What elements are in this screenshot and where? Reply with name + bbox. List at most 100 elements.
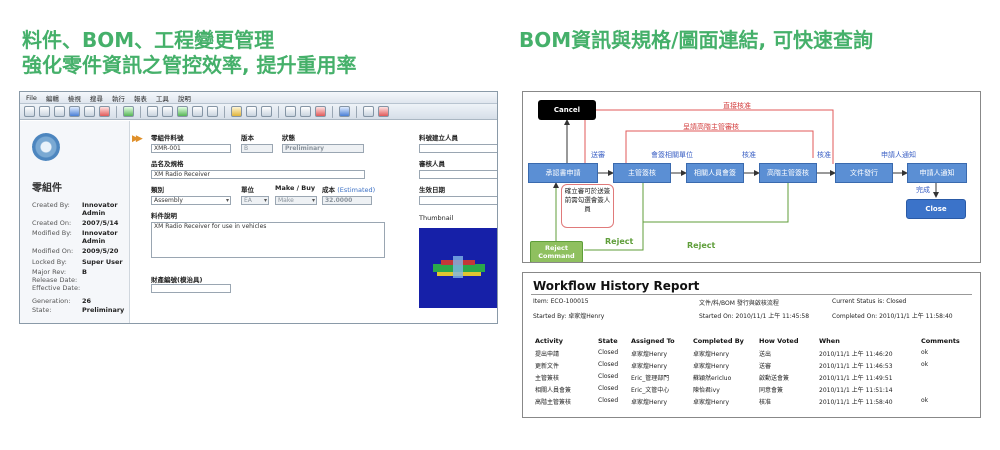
- asset-no-field[interactable]: [151, 284, 231, 293]
- print-icon[interactable]: [147, 106, 158, 117]
- node-notify[interactable]: 申請人通知: [907, 163, 967, 183]
- modified-on-label: Modified On:: [32, 247, 74, 255]
- part-no-field[interactable]: XMR-001: [151, 144, 231, 153]
- node-publish[interactable]: 文件發行: [835, 163, 893, 183]
- document-icon[interactable]: [192, 106, 203, 117]
- reject-command-node[interactable]: Reject Command: [530, 241, 583, 262]
- report-divider: [531, 294, 972, 295]
- col-state: State: [598, 337, 618, 345]
- exit-icon[interactable]: [378, 106, 389, 117]
- node-manager-review[interactable]: 主管簽核: [613, 163, 671, 183]
- lock-icon[interactable]: [231, 106, 242, 117]
- help-icon[interactable]: [339, 106, 350, 117]
- send-review-label: 送審: [591, 151, 605, 159]
- col-completed-by: Completed By: [693, 337, 744, 345]
- locked-by-value: Super User: [82, 258, 123, 266]
- save-as-icon[interactable]: [84, 106, 95, 117]
- edit-icon[interactable]: [285, 106, 296, 117]
- node-apply[interactable]: 承認書申請: [528, 163, 598, 183]
- menu-search[interactable]: 搜尋: [90, 93, 103, 103]
- release-date-label: Release Date:: [32, 276, 78, 284]
- menu-edit[interactable]: 編輯: [46, 93, 59, 103]
- folder-icon[interactable]: [54, 106, 65, 117]
- cost-estimated-note: (Estimated): [337, 186, 376, 194]
- report-flow-name: 文件/料/BOM 發行與啟核流程: [699, 300, 779, 307]
- cell-assigned-to: 卓家煌Henry: [631, 399, 668, 406]
- delete-icon[interactable]: [99, 106, 110, 117]
- chart-icon[interactable]: [315, 106, 326, 117]
- col-activity: Activity: [535, 337, 564, 345]
- cost-label-text: 成本: [322, 186, 335, 194]
- report-completed-on: Completed On: 2010/11/1 上午 11:58:40: [832, 313, 953, 320]
- creator-label: 料號建立人員: [419, 134, 458, 142]
- list-icon[interactable]: [207, 106, 218, 117]
- creator-field[interactable]: [419, 144, 497, 153]
- cell-when: 2010/11/1 上午 11:51:14: [819, 387, 893, 394]
- printer-icon[interactable]: [363, 106, 374, 117]
- locked-by-label: Locked By:: [32, 258, 67, 266]
- menu-file[interactable]: File: [26, 94, 37, 102]
- item-sidebar: 零組件 Created By: Innovator Admin Created …: [20, 121, 130, 323]
- cell-completed-by: 卓家煌Henry: [693, 363, 730, 370]
- cell-activity: 相關人員會簽: [535, 387, 572, 394]
- cost-label: 成本 (Estimated): [322, 184, 375, 194]
- cell-activity: 主管簽核: [535, 375, 560, 382]
- close-node[interactable]: Close: [906, 199, 966, 219]
- menu-help[interactable]: 說明: [178, 93, 191, 103]
- cell-activity: 更新文件: [535, 363, 560, 370]
- new-icon[interactable]: [24, 106, 35, 117]
- approve-label-2: 核准: [817, 151, 831, 159]
- toolbar-separator: [332, 105, 333, 118]
- cell-state: Closed: [598, 361, 619, 368]
- makebuy-select[interactable]: Make: [275, 196, 317, 205]
- thumbnail-part-shape: [453, 256, 463, 278]
- thumbnail-label: Thumbnail: [419, 214, 454, 222]
- created-by-value: Innovator Admin: [82, 201, 118, 217]
- col-comments: Comments: [921, 337, 960, 345]
- reviewer-field[interactable]: [419, 170, 497, 179]
- modified-by-value: Innovator Admin: [82, 229, 118, 245]
- countersign-label: 會簽相關單位: [651, 151, 693, 159]
- cell-how-voted: 送審: [759, 363, 772, 370]
- description-field[interactable]: XM Radio Receiver for use in vehicles: [151, 222, 385, 258]
- generation-label: Generation:: [32, 297, 71, 305]
- item-form: ▶▶ 零組件料號 XMR-001 版本 B 狀態 Preliminary 料號建…: [132, 121, 497, 323]
- makebuy-label: Make / Buy: [275, 184, 316, 192]
- cost-field: 32.0000: [322, 196, 372, 205]
- thumbnail-image[interactable]: [419, 228, 497, 308]
- unit-select[interactable]: EA: [241, 196, 269, 205]
- category-select[interactable]: Assembly: [151, 196, 231, 205]
- export-icon[interactable]: [177, 106, 188, 117]
- upper-approve-label: 呈請高階主管審核: [683, 123, 739, 131]
- col-when: When: [819, 337, 840, 345]
- workflow-history-report: Workflow History Report Item: ECO-100015…: [522, 272, 981, 418]
- menu-run[interactable]: 執行: [112, 93, 125, 103]
- cell-assigned-to: Eric_管理部門: [631, 375, 670, 382]
- effective-date-field[interactable]: [419, 196, 497, 205]
- toolbar-separator: [224, 105, 225, 118]
- person-icon[interactable]: [300, 106, 311, 117]
- major-rev-value: B: [82, 268, 87, 276]
- node-countersign[interactable]: 相關人員會簽: [686, 163, 744, 183]
- approve-label-1: 核准: [742, 151, 756, 159]
- node-senior-review[interactable]: 高階主管簽核: [759, 163, 817, 183]
- menu-report[interactable]: 報表: [134, 93, 147, 103]
- menu-tools[interactable]: 工具: [156, 93, 169, 103]
- gear-icon: [32, 133, 60, 161]
- state-value: Preliminary: [82, 306, 125, 314]
- heading-part-control: 強化零件資訊之管控效率, 提升重用率: [22, 53, 357, 77]
- refresh-icon[interactable]: [123, 106, 134, 117]
- status-field: Preliminary: [282, 144, 364, 153]
- menu-bar: File 編輯 檢視 搜尋 執行 報表 工具 說明: [20, 92, 497, 104]
- cancel-node[interactable]: Cancel: [538, 100, 596, 120]
- save-icon[interactable]: [69, 106, 80, 117]
- undo-icon[interactable]: [261, 106, 272, 117]
- unlock-icon[interactable]: [246, 106, 257, 117]
- name-spec-field[interactable]: XM Radio Receiver: [151, 170, 365, 179]
- status-label: 狀態: [282, 134, 295, 142]
- cell-state: Closed: [598, 349, 619, 356]
- cell-assigned-to: 卓家煌Henry: [631, 351, 668, 358]
- menu-view[interactable]: 檢視: [68, 93, 81, 103]
- copy-icon[interactable]: [162, 106, 173, 117]
- open-icon[interactable]: [39, 106, 50, 117]
